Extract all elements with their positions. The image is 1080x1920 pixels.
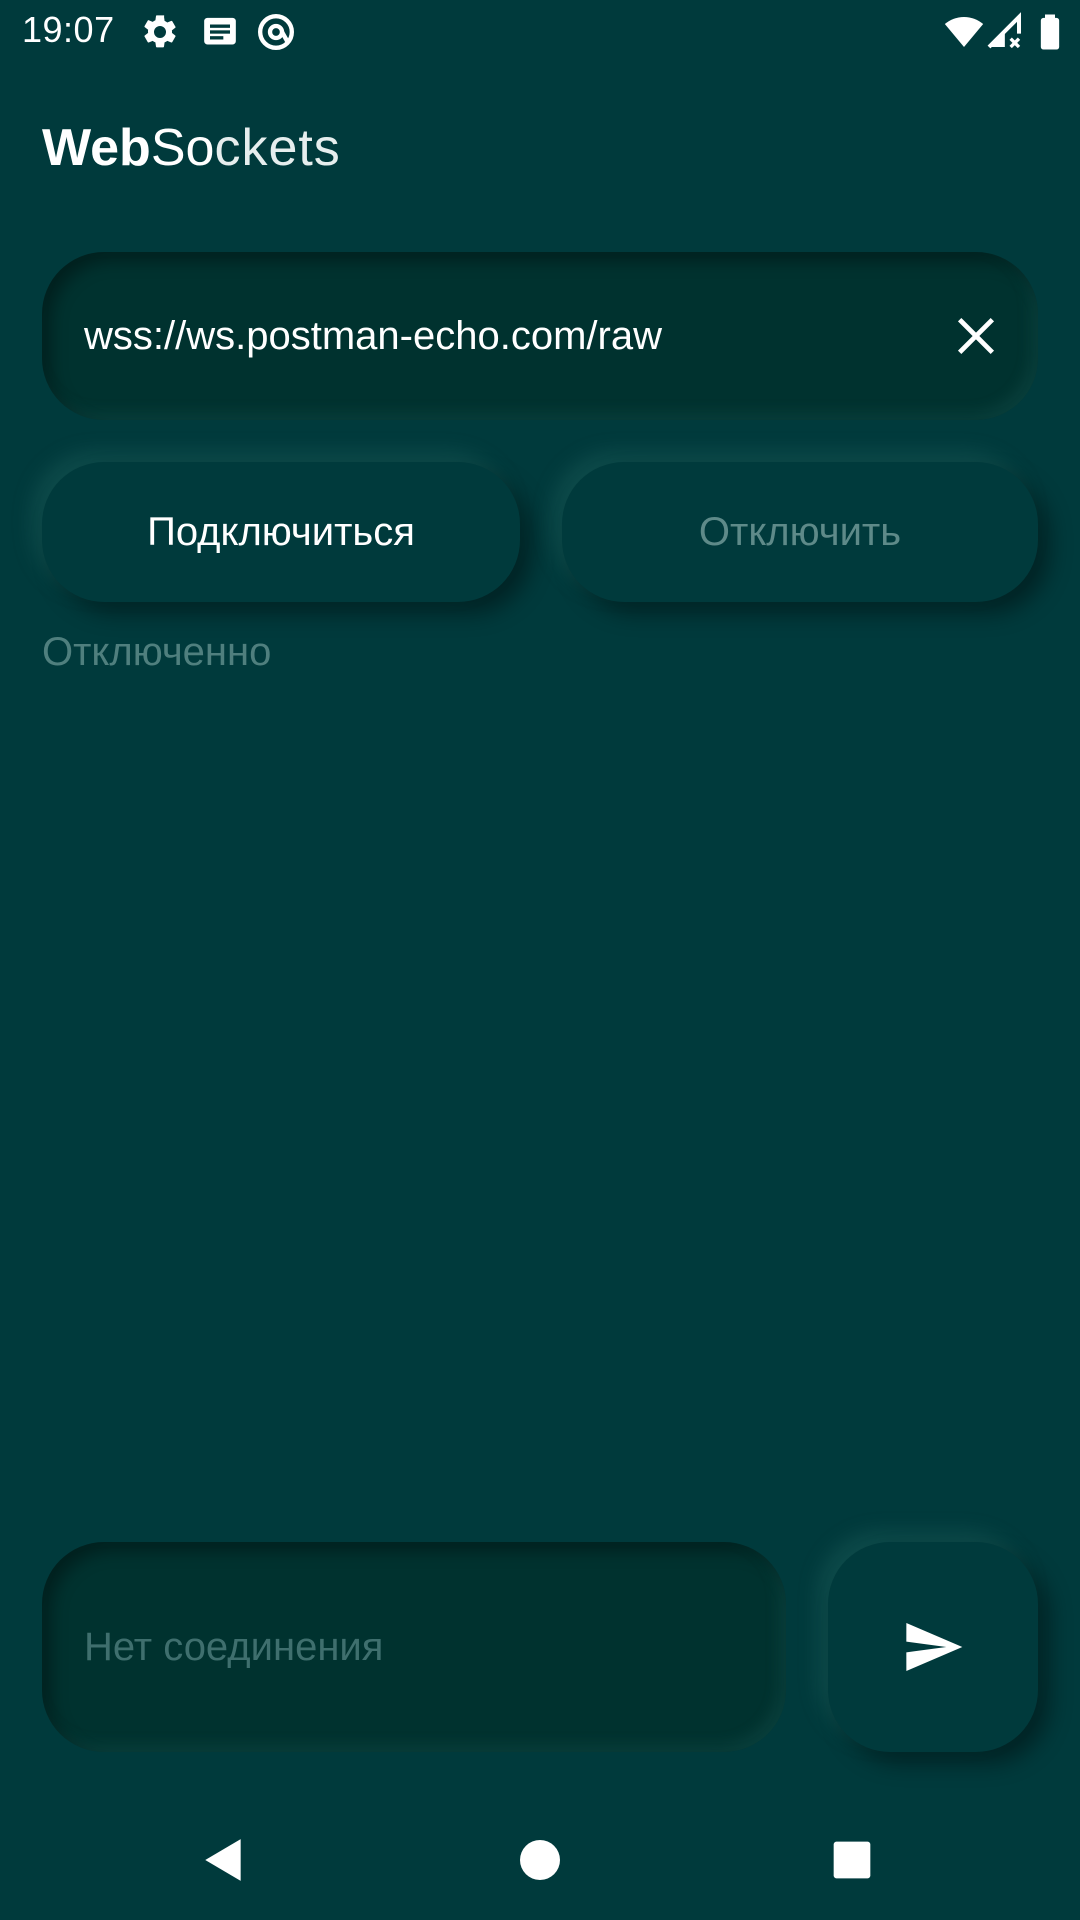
recents-button[interactable] (822, 1830, 882, 1890)
message-list (42, 700, 1038, 1500)
status-bar: 19:07 (0, 0, 1080, 62)
wifi-icon (944, 12, 984, 52)
send-button[interactable] (828, 1542, 1038, 1752)
connect-button[interactable]: Подключиться (42, 462, 520, 602)
connection-status: Отключенно (42, 630, 272, 674)
status-time: 19:07 (22, 9, 115, 50)
back-button[interactable] (194, 1830, 254, 1890)
close-icon (957, 317, 995, 355)
at-sign-icon (256, 12, 296, 52)
send-icon (906, 1623, 963, 1671)
notes-icon (200, 12, 240, 52)
disconnect-button[interactable]: Отключить (562, 462, 1038, 602)
navigation-bar (0, 1800, 1080, 1920)
app-title-mid: So (150, 119, 215, 177)
signal-icon (984, 12, 1024, 52)
app-title: WebSockets (42, 118, 341, 178)
recents-icon (833, 1841, 871, 1879)
url-input[interactable]: wss://ws.postman-echo.com/raw (84, 252, 662, 420)
clear-url-button[interactable] (942, 302, 1010, 370)
message-field[interactable]: Нет соединения (42, 1542, 786, 1752)
battery-icon (1030, 12, 1070, 52)
settings-icon (140, 12, 180, 52)
url-field[interactable]: wss://ws.postman-echo.com/raw (42, 252, 1038, 420)
home-icon (520, 1840, 560, 1880)
home-button[interactable] (510, 1830, 570, 1890)
app-title-light: ckets (214, 119, 341, 177)
message-input[interactable]: Нет соединения (84, 1542, 383, 1752)
app-title-bold: Web (42, 119, 151, 177)
back-icon (205, 1839, 241, 1881)
